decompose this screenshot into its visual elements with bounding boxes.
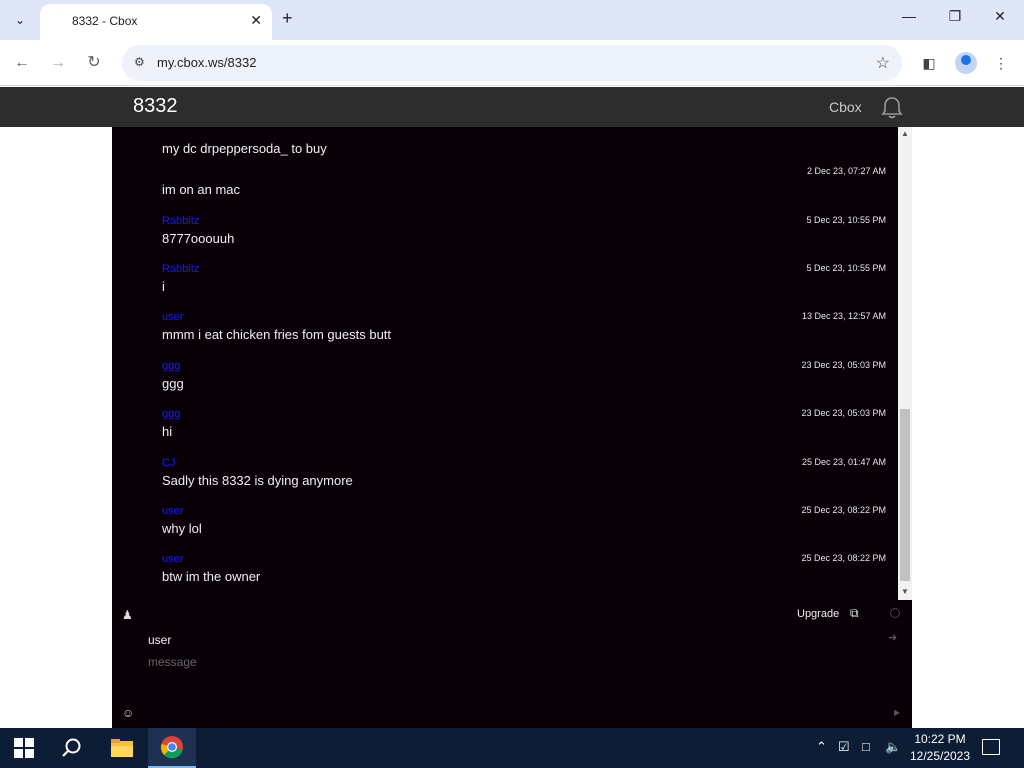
taskbar-clock[interactable]: 10:22 PM 12/25/2023	[908, 731, 972, 765]
status-dot-icon	[890, 608, 900, 618]
name-field[interactable]	[148, 630, 748, 650]
message-author[interactable]: Rabbitz	[162, 215, 199, 227]
message-time: 25 Dec 23, 01:47 AM	[801, 457, 886, 467]
message-text: 8777ooouuh	[162, 231, 235, 246]
chat-scrollbar[interactable]: ▲ ▼	[898, 127, 912, 600]
bell-icon[interactable]	[879, 95, 905, 121]
login-icon[interactable]: ➜	[888, 631, 897, 644]
message-time: 23 Dec 23, 05:03 PM	[801, 360, 886, 370]
message-item: user 25 Dec 23, 08:22 PM why lol	[162, 505, 886, 553]
message-text: ggg	[162, 376, 184, 391]
restore-button[interactable]: ❐	[943, 8, 967, 25]
post-form: ♟ Upgrade ⧉ ➜ ☺ ▶	[112, 600, 912, 728]
message-author[interactable]: ggg	[162, 360, 180, 372]
network-icon[interactable]: □	[862, 739, 870, 754]
profile-avatar[interactable]	[955, 52, 977, 74]
security-icon[interactable]: ☑	[838, 739, 850, 755]
message-time: 5 Dec 23, 10:55 PM	[806, 215, 886, 225]
message-text: btw im the owner	[162, 569, 261, 584]
bookmark-star-icon[interactable]: ☆	[876, 53, 890, 73]
chrome-icon[interactable]	[148, 728, 196, 768]
message-text: my dc drpeppersoda_ to buy	[162, 141, 327, 156]
scroll-up-icon[interactable]: ▲	[900, 129, 910, 138]
message-item: ggg 23 Dec 23, 05:03 PM hi	[162, 408, 886, 456]
message-author[interactable]: CJ	[162, 457, 175, 469]
message-text: i	[162, 279, 165, 294]
message-text: mmm i eat chicken fries fom guests butt	[162, 327, 392, 342]
chat-panel: my dc drpeppersoda_ to buy 2 Dec 23, 07:…	[112, 127, 912, 728]
message-time: 25 Dec 23, 08:22 PM	[801, 553, 886, 563]
scroll-down-icon[interactable]: ▼	[900, 587, 910, 596]
page-title: 8332	[133, 95, 178, 117]
tab-close-icon[interactable]: ✕	[250, 12, 262, 29]
tab-title: 8332 - Cbox	[72, 14, 138, 28]
close-window-button[interactable]: ✕	[988, 8, 1012, 25]
message-input[interactable]	[148, 652, 848, 672]
scroll-thumb[interactable]	[900, 409, 910, 581]
taskbar: ⌃ ☑ □ 🔈 10:22 PM 12/25/2023	[0, 728, 1024, 768]
back-button[interactable]: ←	[11, 52, 33, 74]
message-time: 2 Dec 23, 07:27 AM	[806, 166, 886, 176]
message-text: hi	[162, 424, 173, 439]
search-icon[interactable]	[48, 728, 96, 768]
message-time: 5 Dec 23, 10:55 PM	[806, 263, 886, 273]
tab-strip: ⌄ 8332 - Cbox ✕ + — ❐ ✕	[0, 0, 1024, 40]
page-header: 8332 Cbox	[0, 87, 1024, 127]
address-bar[interactable]: ⚙ my.cbox.ws/8332 ☆	[122, 45, 902, 81]
message-item: user 13 Dec 23, 12:57 AM mmm i eat chick…	[162, 311, 886, 359]
emoji-icon[interactable]: ☺	[122, 706, 134, 720]
message-text: Sadly this 8332 is dying anymore	[162, 473, 353, 488]
message-item: Rabbitz 5 Dec 23, 10:55 PM 8777ooouuh	[162, 215, 886, 263]
url-text: my.cbox.ws/8332	[157, 55, 257, 70]
cbox-link[interactable]: Cbox	[829, 99, 862, 115]
upgrade-link[interactable]: Upgrade	[797, 608, 839, 620]
browser-toolbar: ← → ↻ ⚙ my.cbox.ws/8332 ☆ ◧ ⋮	[0, 40, 1024, 86]
minimize-button[interactable]: —	[897, 8, 921, 24]
message-item: user 25 Dec 23, 08:22 PM btw im the owne…	[162, 553, 886, 601]
send-arrow-icon[interactable]: ▶	[894, 708, 900, 717]
reload-button[interactable]: ↻	[83, 52, 105, 74]
clock-time: 10:22 PM	[914, 732, 966, 746]
notifications-icon[interactable]	[982, 739, 1000, 755]
message-author[interactable]: user	[162, 553, 183, 565]
new-tab-button[interactable]: +	[282, 8, 293, 29]
message-item: 2 Dec 23, 07:27 AM im on an mac	[162, 166, 886, 214]
message-author[interactable]: Rabbitz	[162, 263, 199, 275]
site-info-icon[interactable]: ⚙	[134, 55, 145, 69]
message-author[interactable]: user	[162, 505, 183, 517]
message-author[interactable]: ggg	[162, 408, 180, 420]
message-time: 23 Dec 23, 05:03 PM	[801, 408, 886, 418]
message-time: 25 Dec 23, 08:22 PM	[801, 505, 886, 515]
user-icon[interactable]: ♟	[122, 608, 133, 622]
start-button[interactable]	[14, 738, 34, 758]
tray-chevron-icon[interactable]: ⌃	[816, 739, 827, 755]
popout-icon[interactable]: ⧉	[850, 606, 859, 621]
browser-tab[interactable]: 8332 - Cbox ✕	[40, 4, 272, 40]
message-time: 13 Dec 23, 12:57 AM	[801, 311, 886, 321]
message-item: Rabbitz 5 Dec 23, 10:55 PM i	[162, 263, 886, 311]
message-item: ggg 23 Dec 23, 05:03 PM ggg	[162, 360, 886, 408]
file-explorer-icon[interactable]	[98, 728, 146, 768]
menu-dots-icon[interactable]: ⋮	[990, 52, 1012, 74]
message-author[interactable]: user	[162, 311, 183, 323]
message-item: CJ 25 Dec 23, 01:47 AM Sadly this 8332 i…	[162, 457, 886, 505]
volume-muted-icon[interactable]: 🔈	[885, 739, 901, 755]
forward-button[interactable]: →	[47, 52, 69, 74]
message-text: why lol	[162, 521, 202, 536]
side-panel-icon[interactable]: ◧	[918, 52, 940, 74]
clock-date: 12/25/2023	[909, 749, 971, 763]
tab-search-chevron-icon[interactable]: ⌄	[8, 8, 32, 32]
message-text: im on an mac	[162, 182, 241, 197]
